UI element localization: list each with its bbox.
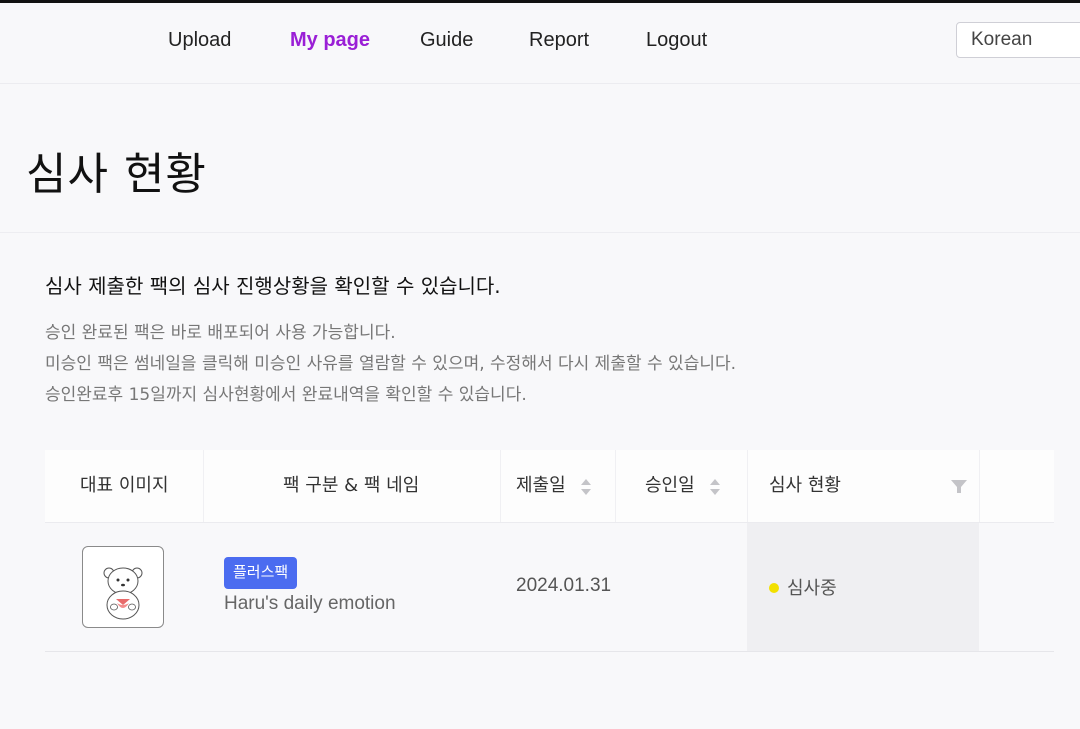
review-status-table: 대표 이미지 팩 구분 & 팩 네임 제출일 승인일 심사 현황 플러스팩 Ha…	[45, 450, 1054, 652]
nav-report[interactable]: Report	[529, 29, 589, 52]
header-submitted[interactable]: 제출일	[516, 450, 566, 522]
pack-type-badge: 플러스팩	[224, 557, 298, 589]
status-cell	[747, 523, 979, 651]
page-title: 심사 현황	[26, 149, 207, 200]
header-pack: 팩 구분 & 팩 네임	[283, 475, 420, 496]
column-divider	[500, 450, 501, 522]
submitted-date: 2024.01.31	[516, 575, 612, 596]
header-approved[interactable]: 승인일	[645, 450, 695, 522]
description-line: 미승인 팩은 썸네일을 클릭해 미승인 사유를 열람할 수 있으며, 수정해서 …	[45, 354, 737, 374]
pack-thumbnail[interactable]	[82, 546, 164, 628]
description-line: 승인완료후 15일까지 심사현황에서 완료내역을 확인할 수 있습니다.	[45, 385, 527, 405]
description-main: 심사 제출한 팩의 심사 진행상황을 확인할 수 있습니다.	[45, 274, 501, 298]
sort-updown-icon[interactable]	[709, 478, 721, 496]
header-status: 심사 현황	[769, 475, 841, 496]
status-badge: 심사중	[787, 578, 837, 599]
column-divider	[979, 450, 980, 522]
nav-my-page[interactable]: My page	[290, 29, 370, 52]
table-row: 플러스팩 Haru's daily emotion 2024.01.31 심사중	[45, 523, 1054, 652]
header-bar: Upload My page Guide Report Logout Korea…	[0, 3, 1080, 84]
filter-funnel-icon[interactable]	[951, 480, 967, 494]
column-divider	[615, 450, 616, 522]
status-dot-icon	[769, 583, 779, 593]
column-divider	[747, 450, 748, 522]
nav-upload[interactable]: Upload	[168, 29, 231, 52]
nav-logout[interactable]: Logout	[646, 29, 707, 52]
nav-guide[interactable]: Guide	[420, 29, 473, 52]
section-divider	[0, 232, 1080, 233]
column-divider	[203, 450, 204, 522]
header-image: 대표 이미지	[80, 475, 169, 496]
table-header: 대표 이미지 팩 구분 & 팩 네임 제출일 승인일 심사 현황	[45, 450, 1054, 523]
pack-name: Haru's daily emotion	[224, 593, 396, 614]
language-select[interactable]: Korean	[956, 22, 1080, 58]
description-line: 승인 완료된 팩은 바로 배포되어 사용 가능합니다.	[45, 323, 396, 343]
sort-updown-icon[interactable]	[580, 478, 592, 496]
bear-character-icon	[103, 567, 143, 620]
